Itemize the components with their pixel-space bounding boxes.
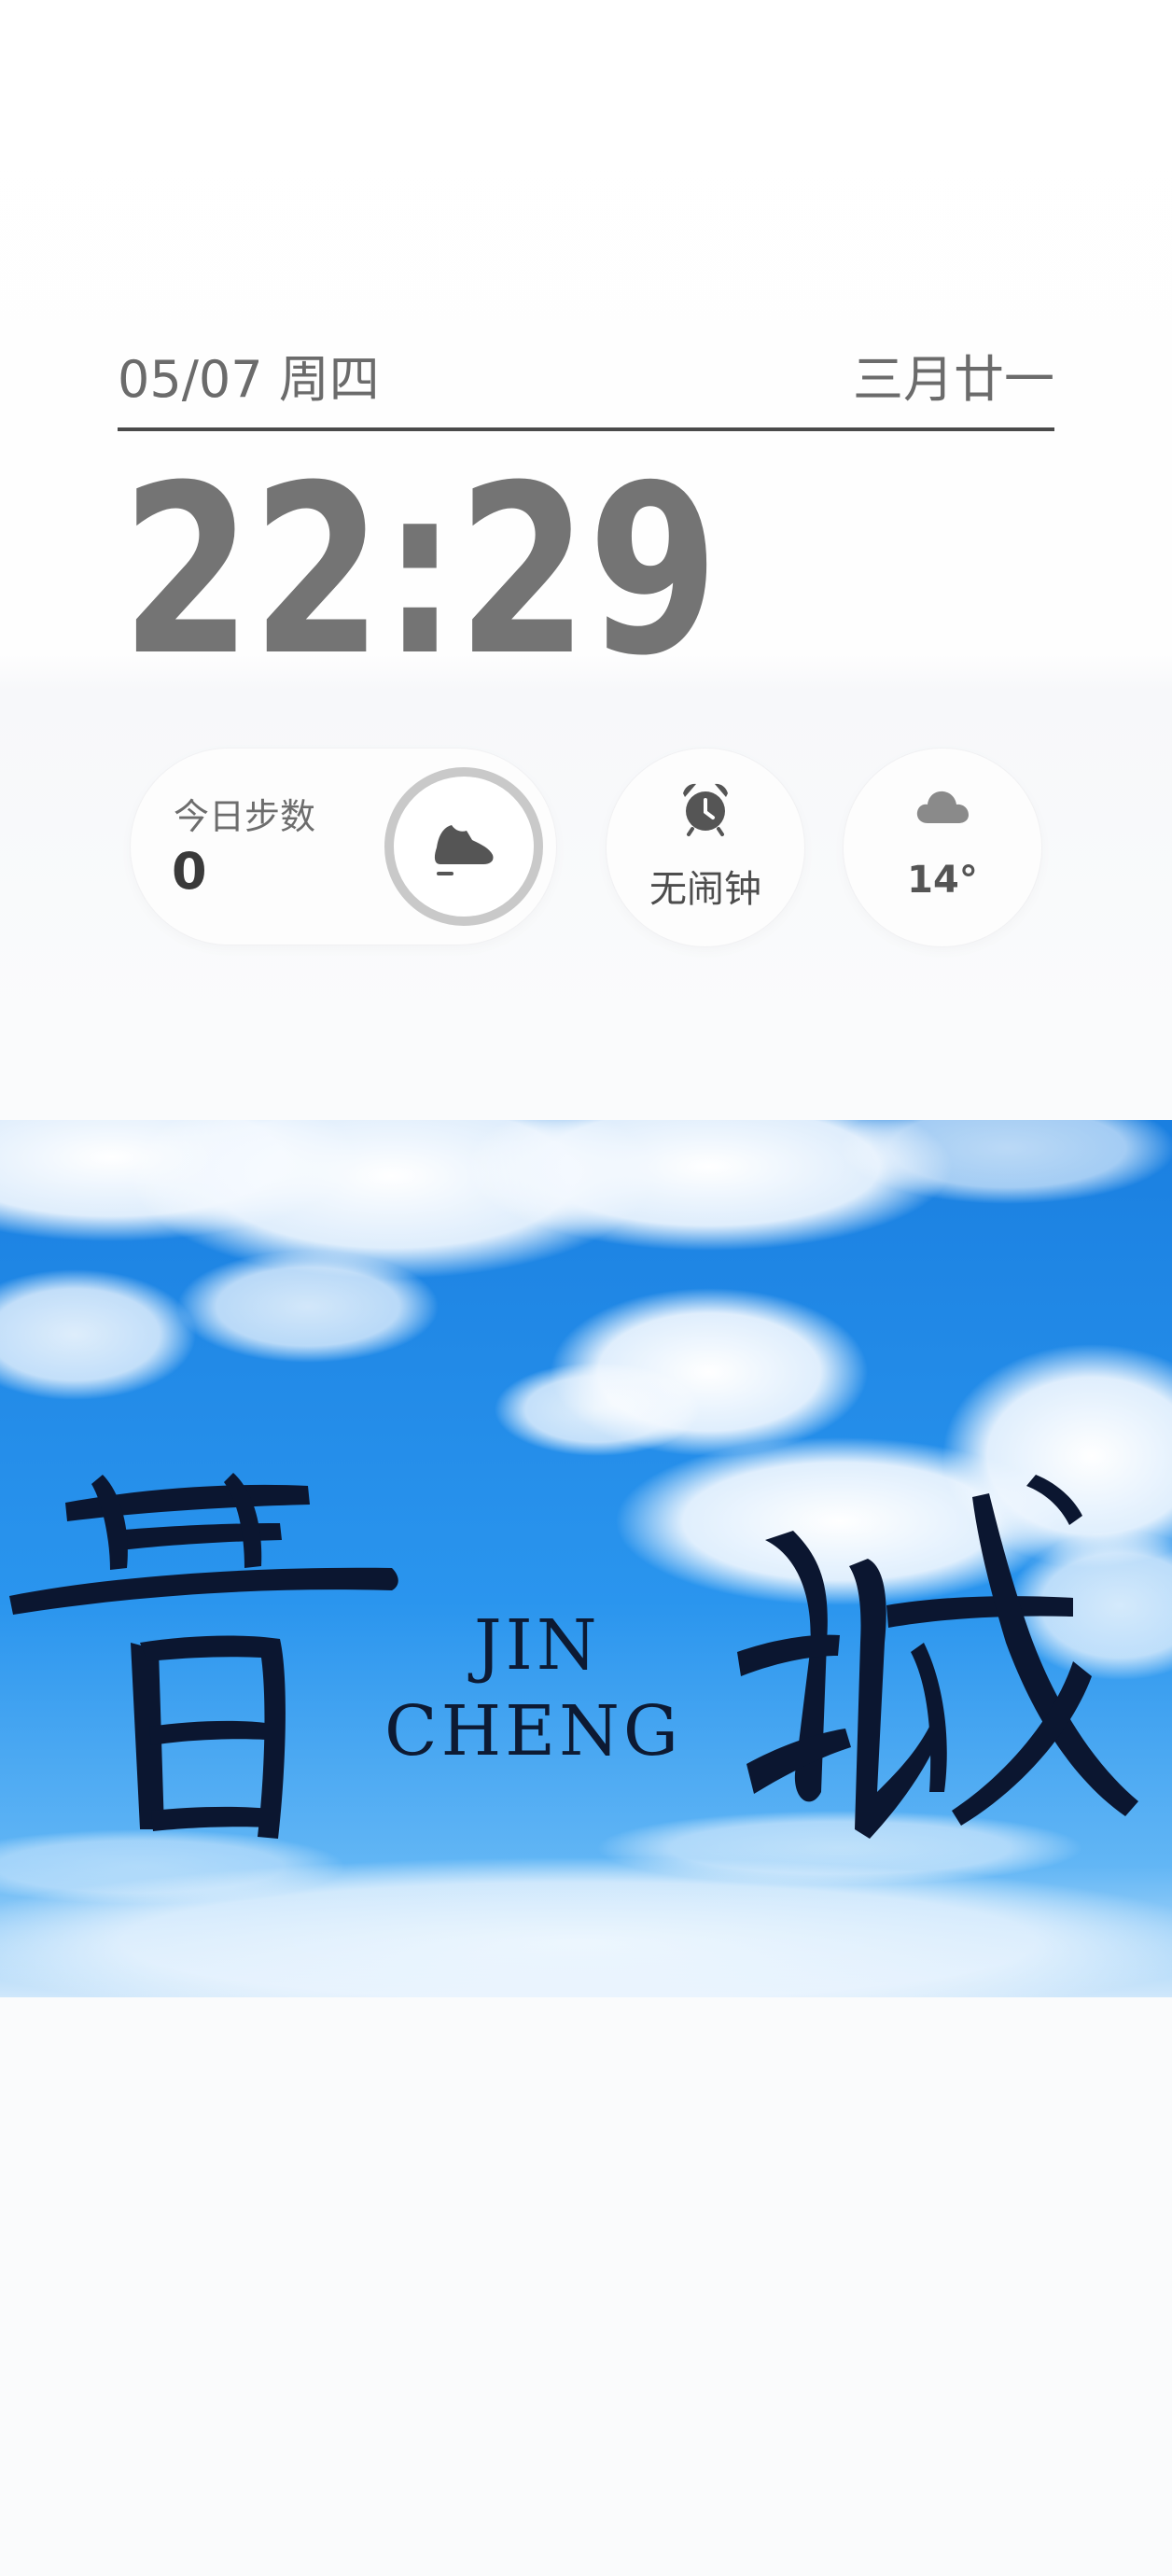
alarm-label: 无闹钟 [649, 868, 761, 911]
sky-background [0, 1120, 1172, 1997]
steps-label: 今日步数 [174, 796, 316, 837]
clock: 22:29 [121, 457, 756, 681]
banner-english-line1: JIN [474, 1605, 601, 1686]
clock-display: 22:29 [121, 457, 719, 681]
cloud-icon [916, 791, 969, 823]
clock-time: 22:29 [121, 457, 719, 681]
lunar-date-text: 三月廿一 [853, 350, 1054, 409]
wallpaper-image: JIN CHENG [0, 1120, 1172, 1997]
date-row: 05/07 周四 三月廿一 [118, 329, 1054, 431]
alarm-widget[interactable]: 无闹钟 [607, 749, 804, 946]
lock-screen: 05/07 周四 三月廿一 22:29 今日步数 0 无闹钟 14° JIN C… [0, 0, 1172, 2576]
steps-widget[interactable]: 今日步数 0 [131, 749, 556, 945]
steps-progress-ring [384, 767, 543, 926]
temperature-label: 14° [907, 859, 978, 902]
weather-widget[interactable]: 14° [844, 749, 1041, 946]
alarm-clock-icon [683, 783, 728, 836]
steps-count: 0 [172, 842, 207, 901]
banner-english-line2: CHENG [384, 1691, 683, 1771]
date-text: 05/07 周四 [118, 350, 380, 409]
